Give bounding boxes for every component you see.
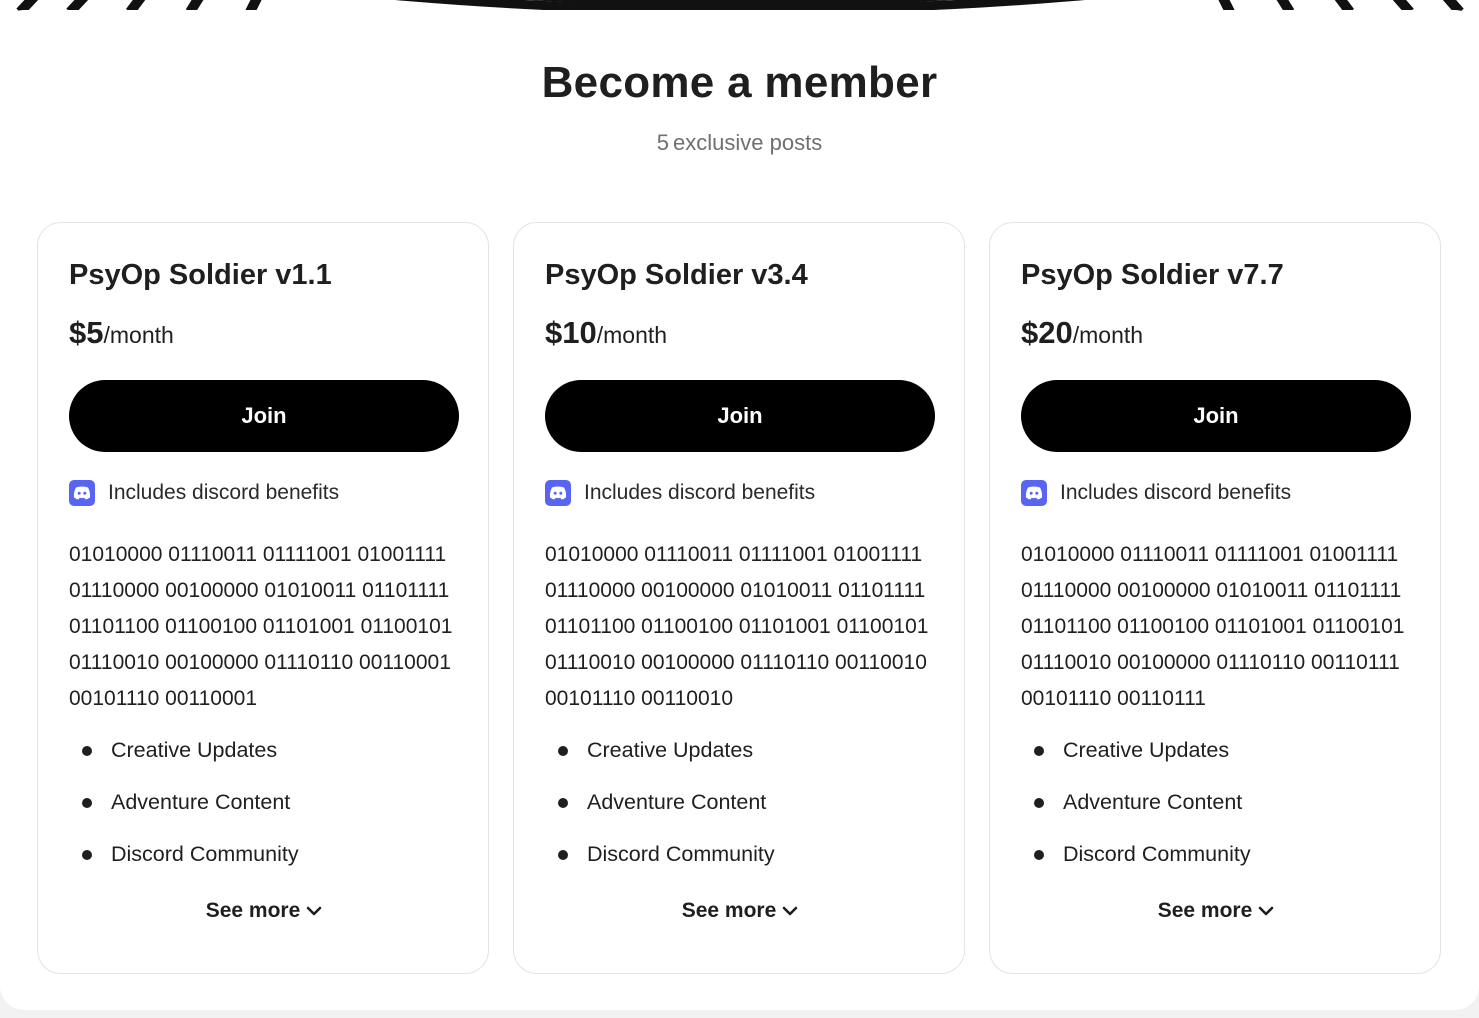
benefit-item: Creative Updates <box>1021 737 1251 789</box>
benefit-item: Discord Community <box>545 841 775 893</box>
membership-panel: Become a member 5 exclusive posts PsyOp S… <box>0 10 1479 1010</box>
discord-benefit: Includes discord benefits <box>69 479 339 507</box>
bullet-icon <box>1034 798 1044 808</box>
benefit-item: Creative Updates <box>69 737 299 789</box>
post-count-label: exclusive posts <box>673 130 823 155</box>
page-title: Become a member <box>541 58 938 107</box>
join-button[interactable]: Join <box>69 380 459 452</box>
see-more-button[interactable]: See more <box>38 899 490 923</box>
discord-benefit-label: Includes discord benefits <box>1060 481 1292 504</box>
benefit-label: Discord Community <box>587 842 775 866</box>
benefit-label: Adventure Content <box>587 790 767 814</box>
price-period: /month <box>1072 322 1144 348</box>
see-more-label: See more <box>205 899 301 922</box>
bullet-icon <box>1034 746 1044 756</box>
bullet-icon <box>558 798 568 808</box>
benefit-label: Creative Updates <box>1063 738 1230 762</box>
discord-icon <box>1021 480 1047 506</box>
bullet-icon <box>1034 850 1044 860</box>
tier-price: $20/month <box>1021 315 1143 351</box>
price-period: /month <box>596 322 668 348</box>
tier-price: $5/month <box>69 315 174 351</box>
discord-icon <box>545 480 571 506</box>
chevron-down-icon <box>782 905 798 917</box>
bullet-icon <box>558 746 568 756</box>
benefit-item: Adventure Content <box>1021 789 1251 841</box>
chevron-down-icon <box>306 905 322 917</box>
join-button[interactable]: Join <box>545 380 935 452</box>
tier-card: PsyOp Soldier v1.1 $5/month Join Include… <box>37 222 489 974</box>
discord-benefit-label: Includes discord benefits <box>108 481 340 504</box>
benefit-label: Creative Updates <box>111 738 278 762</box>
see-more-button[interactable]: See more <box>514 899 966 923</box>
benefit-item: Adventure Content <box>69 789 299 841</box>
tier-description: 01010000 01110011 01111001 01001111 0111… <box>545 543 929 710</box>
benefit-item: Discord Community <box>1021 841 1251 893</box>
price-amount: $5 <box>69 315 104 350</box>
price-amount: $10 <box>545 315 597 350</box>
bullet-icon <box>82 798 92 808</box>
benefit-item: Adventure Content <box>545 789 775 841</box>
benefit-item: Discord Community <box>69 841 299 893</box>
tier-card: PsyOp Soldier v7.7 $20/month Join Includ… <box>989 222 1441 974</box>
bullet-icon <box>82 850 92 860</box>
benefit-label: Discord Community <box>1063 842 1251 866</box>
tier-price: $10/month <box>545 315 667 351</box>
see-more-label: See more <box>1157 899 1253 922</box>
discord-benefit: Includes discord benefits <box>1021 479 1291 507</box>
benefit-label: Creative Updates <box>587 738 754 762</box>
bullet-icon <box>82 746 92 756</box>
discord-icon <box>69 480 95 506</box>
tier-description: 01010000 01110011 01111001 01001111 0111… <box>1021 543 1405 710</box>
chevron-down-icon <box>1258 905 1274 917</box>
benefit-list: Creative Updates Adventure Content Disco… <box>545 737 775 893</box>
discord-benefit: Includes discord benefits <box>545 479 815 507</box>
tier-card: PsyOp Soldier v3.4 $10/month Join Includ… <box>513 222 965 974</box>
benefit-list: Creative Updates Adventure Content Disco… <box>1021 737 1251 893</box>
price-period: /month <box>103 322 174 348</box>
benefit-label: Adventure Content <box>111 790 291 814</box>
price-amount: $20 <box>1021 315 1073 350</box>
benefit-label: Discord Community <box>111 842 299 866</box>
see-more-label: See more <box>681 899 777 922</box>
post-count-subtitle: 5 exclusive posts <box>0 130 1479 156</box>
benefit-list: Creative Updates Adventure Content Disco… <box>69 737 299 893</box>
bullet-icon <box>558 850 568 860</box>
post-count: 5 <box>656 130 670 155</box>
tier-name: PsyOp Soldier v7.7 <box>1021 259 1284 291</box>
see-more-button[interactable]: See more <box>990 899 1442 923</box>
tier-name: PsyOp Soldier v1.1 <box>69 259 332 291</box>
tier-description: 01010000 01110011 01111001 01001111 0111… <box>69 543 453 710</box>
join-button[interactable]: Join <box>1021 380 1411 452</box>
discord-benefit-label: Includes discord benefits <box>584 481 816 504</box>
benefit-label: Adventure Content <box>1063 790 1243 814</box>
tier-name: PsyOp Soldier v3.4 <box>545 259 808 291</box>
benefit-item: Creative Updates <box>545 737 775 789</box>
